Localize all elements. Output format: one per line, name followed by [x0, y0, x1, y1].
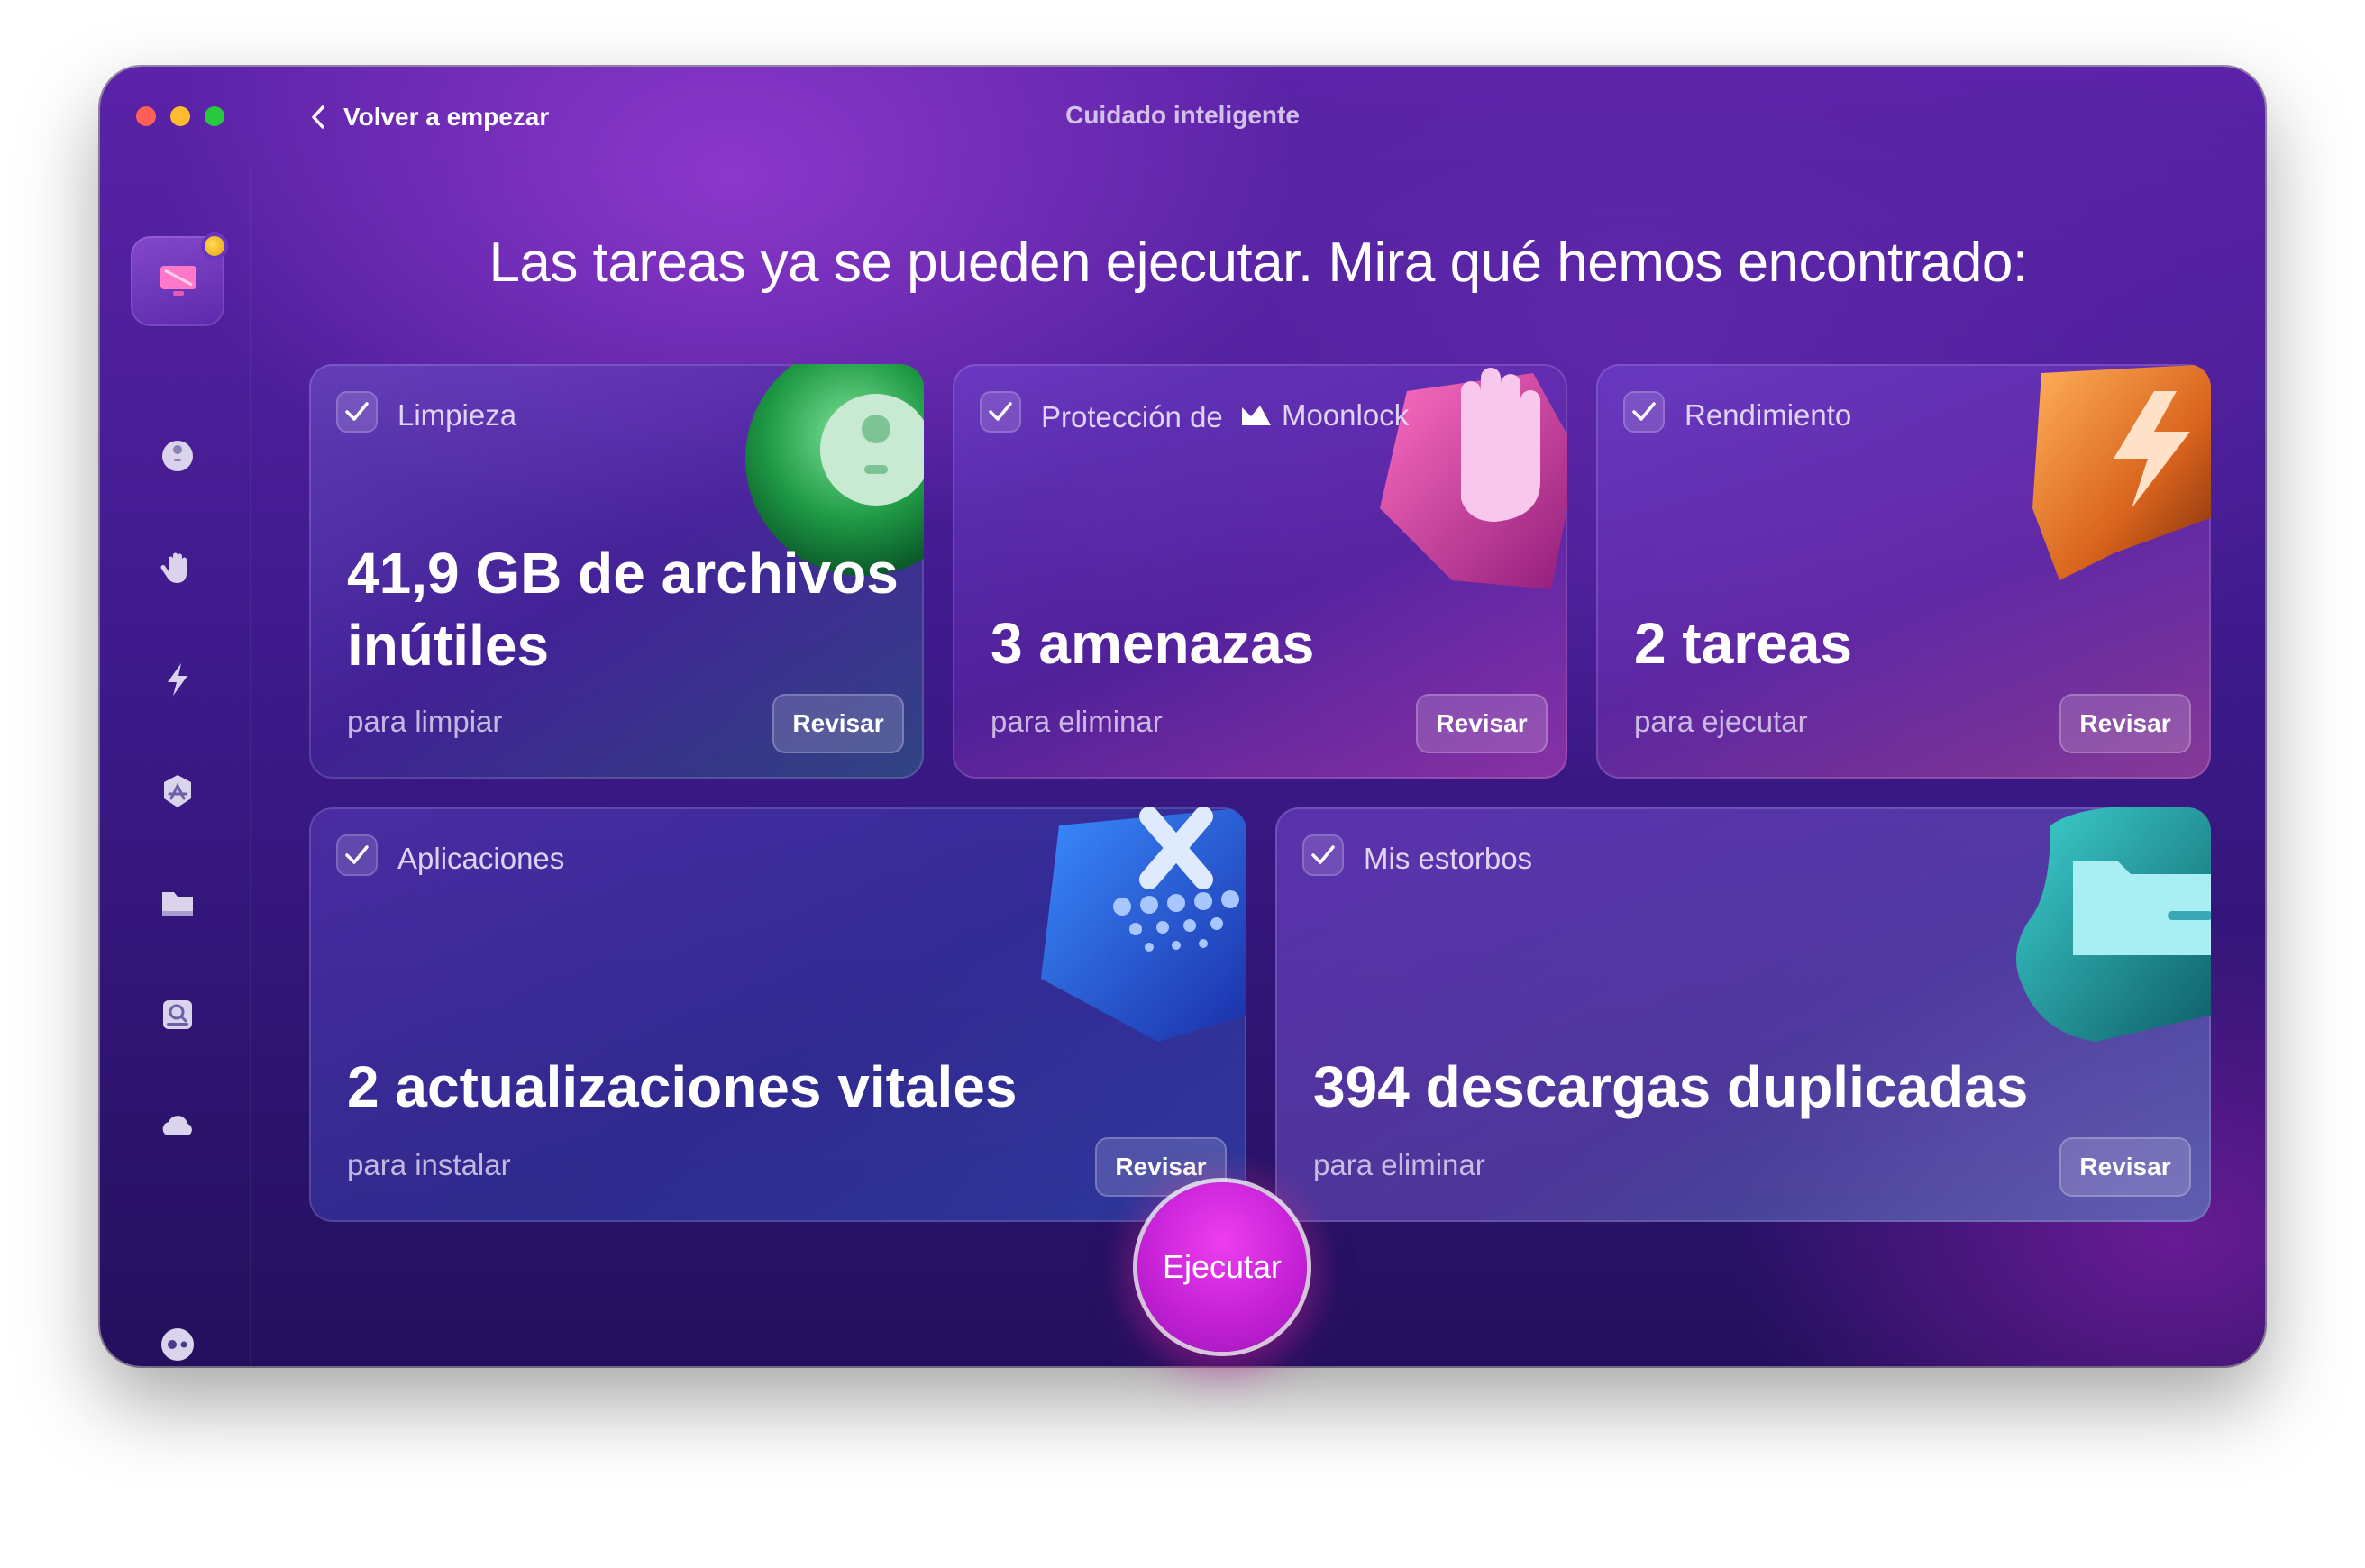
card-value: 41,9 GB de archivos inútiles: [347, 537, 899, 681]
card-subtitle: para limpiar: [347, 705, 503, 738]
sidebar-item-cloud-icon[interactable]: [158, 1107, 197, 1146]
card-value-line-1: 41,9 GB de archivos: [347, 541, 899, 606]
checkmark-icon: [989, 402, 1012, 421]
card-title: Rendimiento: [1685, 398, 1852, 432]
performance-bolt-icon: [2032, 364, 2211, 580]
notification-badge: [201, 232, 228, 260]
checkmark-icon: [345, 845, 369, 864]
checkmark-icon: [1632, 402, 1656, 421]
sidebar: [100, 166, 251, 1366]
sidebar-item-performance-bolt-icon[interactable]: [158, 660, 197, 699]
card-cleanup: Limpieza 41,9 GB de archivos inútiles pa…: [309, 364, 924, 779]
card-subtitle: para eliminar: [1313, 1148, 1485, 1181]
card-performance: Rendimiento 2 tareas para ejecutar Revis…: [1596, 364, 2211, 779]
sidebar-item-my-clutter-folder-icon[interactable]: [158, 883, 197, 923]
review-button[interactable]: Revisar: [2059, 1137, 2191, 1197]
card-value-line-2: inútiles: [347, 613, 550, 678]
card-value: 2 actualizaciones vitales: [347, 1054, 1018, 1119]
my-clutter-checkbox[interactable]: [1302, 834, 1344, 876]
sidebar-item-cleanup-bubble-icon[interactable]: [158, 436, 197, 476]
checkmark-icon: [1311, 845, 1335, 864]
page-headline: Las tareas ya se pueden ejecutar. Mira q…: [489, 232, 2028, 294]
moonlock-brand: Moonlock: [1240, 398, 1409, 433]
moonlock-logo-icon: [1241, 406, 1271, 425]
card-title: Protección de Moonlock: [1041, 398, 1409, 434]
applications-checkbox[interactable]: [336, 834, 378, 876]
cleanup-checkbox[interactable]: [336, 391, 378, 433]
monitor-icon: [160, 266, 196, 296]
card-value: 3 amenazas: [991, 611, 1315, 676]
card-subtitle: para ejecutar: [1634, 705, 1808, 738]
my-clutter-folder-icon: [2016, 807, 2211, 1042]
card-subtitle: para instalar: [347, 1148, 511, 1181]
run-button[interactable]: Ejecutar: [1137, 1182, 1307, 1352]
sidebar-item-protection-hand-icon[interactable]: [158, 548, 197, 588]
sidebar-item-smart-care[interactable]: [131, 232, 228, 326]
review-button[interactable]: Revisar: [2059, 694, 2191, 753]
review-button[interactable]: Revisar: [772, 694, 904, 753]
sidebar-item-applications-app-store-icon[interactable]: [158, 771, 197, 811]
card-title: Limpieza: [397, 398, 517, 432]
review-button[interactable]: Revisar: [1416, 694, 1548, 753]
card-title-text: Protección de: [1041, 400, 1223, 433]
moonlock-brand-text: Moonlock: [1281, 398, 1410, 432]
assistant-icon[interactable]: [158, 1325, 197, 1364]
card-value: 2 tareas: [1634, 611, 1852, 676]
checkmark-icon: [345, 402, 369, 421]
card-value: 394 descargas duplicadas: [1313, 1054, 2029, 1119]
performance-checkbox[interactable]: [1623, 391, 1665, 433]
card-applications: Aplicaciones 2 actualizaciones vitales p…: [309, 807, 1246, 1222]
protection-checkbox[interactable]: [980, 391, 1021, 433]
card-subtitle: para eliminar: [991, 705, 1163, 738]
card-my-clutter: Mis estorbos 394 descargas duplicadas pa…: [1275, 807, 2211, 1222]
card-title: Aplicaciones: [397, 842, 565, 875]
sidebar-item-space-lens-disk-icon[interactable]: [158, 995, 197, 1035]
card-protection: Protección de Moonlock 3 amenazas para e…: [953, 364, 1567, 779]
window-title: Cuidado inteligente: [1065, 101, 1300, 129]
applications-app-store-icon: [1041, 807, 1246, 1042]
card-title: Mis estorbos: [1364, 842, 1533, 875]
